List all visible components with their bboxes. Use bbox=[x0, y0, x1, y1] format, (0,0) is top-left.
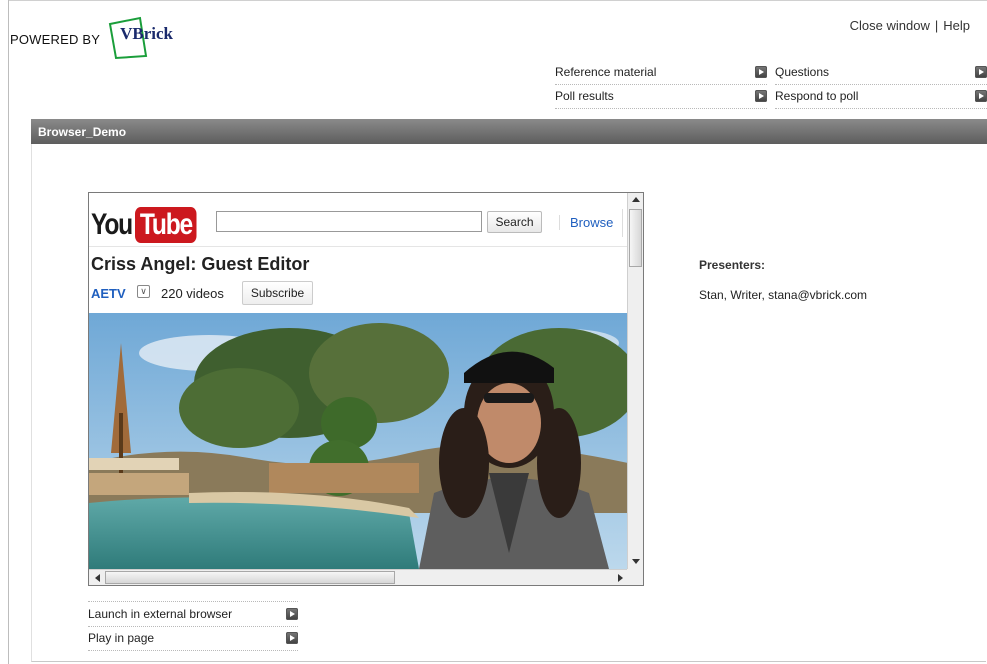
youtube-search-button[interactable]: Search bbox=[487, 211, 542, 233]
arrow-right-icon bbox=[286, 608, 298, 620]
arrow-right-icon bbox=[975, 66, 987, 78]
video-title: Criss Angel: Guest Editor bbox=[91, 254, 310, 274]
scroll-up-icon[interactable] bbox=[630, 194, 641, 206]
reference-material-label: Reference material bbox=[555, 65, 657, 79]
horizontal-scroll-thumb[interactable] bbox=[105, 571, 395, 584]
arrow-right-icon bbox=[755, 90, 767, 102]
powered-by: POWERED BY VBrick bbox=[10, 16, 173, 60]
play-in-page-label: Play in page bbox=[88, 631, 155, 645]
divider bbox=[89, 246, 629, 247]
scrollbar-corner bbox=[627, 569, 643, 585]
divider bbox=[622, 209, 623, 237]
presentation-title: Browser_Demo bbox=[38, 124, 127, 139]
poll-results-link[interactable]: Poll results bbox=[555, 84, 767, 109]
page-frame-left bbox=[8, 0, 9, 664]
chevron-down-icon[interactable]: ∨ bbox=[137, 285, 150, 298]
embedded-browser[interactable]: You Tube Search Browse Criss Angel: Gues… bbox=[88, 192, 644, 586]
presenters-value: Stan, Writer, stana@vbrick.com bbox=[699, 288, 868, 302]
vertical-scroll-thumb[interactable] bbox=[629, 209, 642, 267]
youtube-logo-tube: Tube bbox=[134, 207, 197, 243]
video-frame-image bbox=[89, 313, 628, 569]
questions-label: Questions bbox=[775, 65, 830, 79]
play-in-page-link[interactable]: Play in page bbox=[88, 626, 298, 651]
launch-external-browser-label: Launch in external browser bbox=[88, 607, 233, 621]
page-frame-top bbox=[8, 0, 987, 1]
youtube-logo[interactable]: You Tube bbox=[91, 207, 210, 243]
close-window-link[interactable]: Close window bbox=[850, 18, 930, 33]
horizontal-scrollbar[interactable] bbox=[89, 569, 628, 585]
respond-to-poll-link[interactable]: Respond to poll bbox=[775, 84, 987, 109]
arrow-right-icon bbox=[286, 632, 298, 644]
arrow-right-icon bbox=[755, 66, 767, 78]
powered-by-text: POWERED BY bbox=[10, 31, 101, 47]
respond-to-poll-label: Respond to poll bbox=[775, 89, 859, 103]
channel-link[interactable]: AETV bbox=[91, 286, 126, 301]
questions-link[interactable]: Questions bbox=[775, 60, 987, 85]
top-links-separator: | bbox=[934, 18, 939, 33]
scroll-left-icon[interactable] bbox=[91, 572, 103, 583]
subscribe-button[interactable]: Subscribe bbox=[242, 281, 313, 305]
presentation-title-bar: Browser_Demo bbox=[31, 119, 987, 144]
arrow-right-icon bbox=[975, 90, 987, 102]
reference-material-link[interactable]: Reference material bbox=[555, 60, 767, 85]
youtube-search-input[interactable] bbox=[216, 211, 482, 232]
scroll-right-icon[interactable] bbox=[614, 572, 626, 583]
help-link[interactable]: Help bbox=[943, 18, 970, 33]
youtube-browse-link[interactable]: Browse bbox=[559, 215, 613, 230]
presenters-heading: Presenters: bbox=[699, 258, 766, 272]
top-links: Close window | Help bbox=[850, 18, 970, 33]
video-player[interactable] bbox=[89, 313, 628, 569]
scroll-down-icon[interactable] bbox=[630, 556, 641, 568]
video-count: 220 videos bbox=[161, 286, 224, 301]
poll-results-label: Poll results bbox=[555, 89, 614, 103]
vertical-scrollbar[interactable] bbox=[627, 193, 643, 569]
youtube-logo-you: You bbox=[91, 208, 133, 241]
vbrick-logo-text: VBrick bbox=[120, 24, 174, 43]
launch-external-browser-link[interactable]: Launch in external browser bbox=[88, 601, 298, 627]
vbrick-logo: VBrick bbox=[108, 16, 173, 60]
